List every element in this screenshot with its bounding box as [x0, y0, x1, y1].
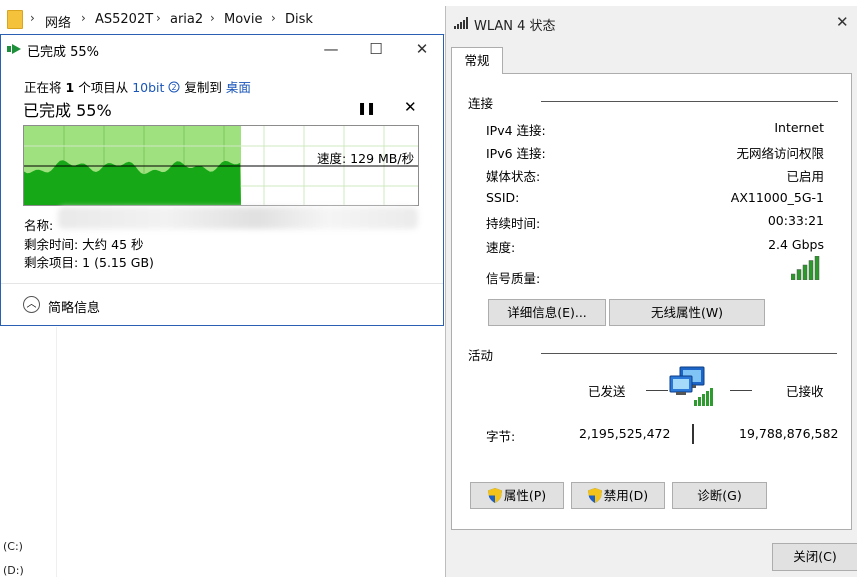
sent-dash	[646, 390, 668, 391]
speed-value: 2.4 Gbps	[768, 237, 824, 252]
cancel-copy-button[interactable]: ✕	[404, 98, 417, 116]
pause-button[interactable]: ❚❚	[357, 101, 376, 115]
disable-button[interactable]: 禁用(D)	[571, 482, 665, 509]
speed-label: 速度:	[486, 240, 516, 255]
copy-info-count: 1	[65, 80, 75, 95]
speed-label: 速度: 129 MB/秒	[317, 151, 415, 166]
ipv4-label: IPv4 连接:	[486, 123, 546, 138]
wlan-dialog-title: WLAN 4 状态	[474, 19, 556, 34]
copy-source-link[interactable]: 10bit	[132, 80, 164, 95]
bytes-divider	[692, 424, 694, 444]
minimize-button[interactable]: —	[317, 38, 345, 60]
chevron-right-icon[interactable]: ›	[30, 11, 35, 25]
breadcrumb-network[interactable]: 网络	[45, 12, 71, 31]
copy-info-prefix: 正在将	[24, 80, 62, 95]
folder-icon	[7, 10, 23, 29]
close-button[interactable]: ✕	[408, 38, 436, 60]
group-divider	[541, 101, 838, 102]
ssid-label: SSID:	[486, 190, 520, 205]
copy-dialog-title: 已完成 55%	[27, 45, 100, 60]
tab-general[interactable]: 常规	[451, 47, 503, 74]
bytes-received-value: 19,788,876,582	[739, 426, 839, 441]
ipv4-value: Internet	[774, 120, 824, 135]
signal-bar	[814, 256, 820, 280]
group-divider	[541, 353, 837, 354]
close-button[interactable]: ✕	[836, 13, 849, 31]
chevron-right-icon[interactable]: ›	[156, 11, 161, 25]
chevron-right-icon[interactable]: ›	[271, 11, 276, 25]
bytes-label: 字节:	[486, 429, 516, 444]
received-label: 已接收	[786, 384, 824, 399]
copy-dest-link[interactable]: 桌面	[226, 80, 251, 95]
breadcrumb-aria2[interactable]: aria2	[170, 12, 203, 27]
signal-quality-label: 信号质量:	[486, 271, 541, 286]
signal-strength-icon	[791, 256, 820, 280]
copy-progress-icon	[7, 44, 21, 54]
divider	[1, 283, 443, 284]
activity-group-label: 活动	[468, 348, 494, 363]
received-dash	[730, 390, 752, 391]
info-circle-icon: 2	[168, 81, 180, 93]
signal-bar	[808, 260, 814, 280]
maximize-button[interactable]: ☐	[362, 38, 390, 60]
drive-d[interactable]: (D:)	[3, 564, 24, 577]
duration-label: 持续时间:	[486, 216, 541, 231]
svg-text:2: 2	[172, 83, 177, 92]
signal-bar	[802, 264, 808, 280]
copy-info-mid: 个项目从	[78, 80, 129, 95]
signal-bar	[796, 269, 802, 280]
fewer-details-toggle[interactable]: 简略信息	[48, 297, 100, 316]
duration-value: 00:33:21	[767, 213, 824, 228]
close-dialog-button[interactable]: 关闭(C)	[772, 543, 857, 571]
ipv6-label: IPv6 连接:	[486, 146, 546, 161]
properties-button-label: 属性(P)	[503, 488, 547, 503]
breadcrumb-movie[interactable]: Movie	[224, 12, 262, 27]
chevron-right-icon[interactable]: ›	[81, 11, 86, 25]
media-status-value: 已启用	[786, 169, 824, 184]
ipv6-value: 无网络访问权限	[736, 146, 824, 161]
media-status-label: 媒体状态:	[486, 169, 541, 184]
details-button[interactable]: 详细信息(E)...	[488, 299, 606, 326]
breadcrumb-nas[interactable]: AS5202T	[95, 12, 153, 27]
chevron-up-icon[interactable]: ︿	[23, 296, 40, 313]
shield-icon	[487, 488, 502, 503]
items-remaining: 剩余项目: 1 (5.15 GB)	[24, 255, 154, 270]
wireless-properties-button[interactable]: 无线属性(W)	[609, 299, 765, 326]
name-label: 名称:	[24, 218, 54, 233]
connection-group-label: 连接	[468, 96, 494, 111]
shield-icon	[587, 488, 602, 503]
bytes-sent-value: 2,195,525,472	[579, 426, 671, 441]
ssid-value: AX11000_5G-1	[730, 190, 824, 205]
copy-progress-dialog: 已完成 55% — ☐ ✕ 正在将 1 个项目从 10bit 2 复制到 桌面 …	[0, 34, 444, 326]
wifi-signal-icon	[454, 17, 468, 29]
copy-info-line: 正在将 1 个项目从 10bit 2 复制到 桌面	[24, 77, 251, 96]
diagnose-button[interactable]: 诊断(G)	[672, 482, 767, 509]
progress-percent-heading: 已完成 55%	[23, 101, 112, 120]
disable-button-label: 禁用(D)	[603, 488, 649, 503]
properties-button[interactable]: 属性(P)	[470, 482, 564, 509]
network-computers-icon	[669, 366, 713, 406]
explorer-address-bar[interactable]: › 网络 › AS5202T › aria2 › Movie › Disk	[0, 0, 445, 35]
wlan-status-dialog: WLAN 4 状态 ✕ 常规 连接 IPv4 连接: Internet IPv6…	[445, 6, 857, 577]
breadcrumb-disk[interactable]: Disk	[285, 12, 313, 27]
drive-c[interactable]: (C:)	[3, 540, 23, 553]
copy-info-to: 复制到	[184, 80, 222, 95]
nav-pane-divider	[56, 327, 57, 577]
sent-label: 已发送	[588, 384, 626, 399]
file-name-blurred	[58, 207, 418, 229]
signal-bar	[791, 273, 796, 280]
chevron-right-icon[interactable]: ›	[210, 11, 215, 25]
time-remaining: 剩余时间: 大约 45 秒	[24, 237, 144, 252]
